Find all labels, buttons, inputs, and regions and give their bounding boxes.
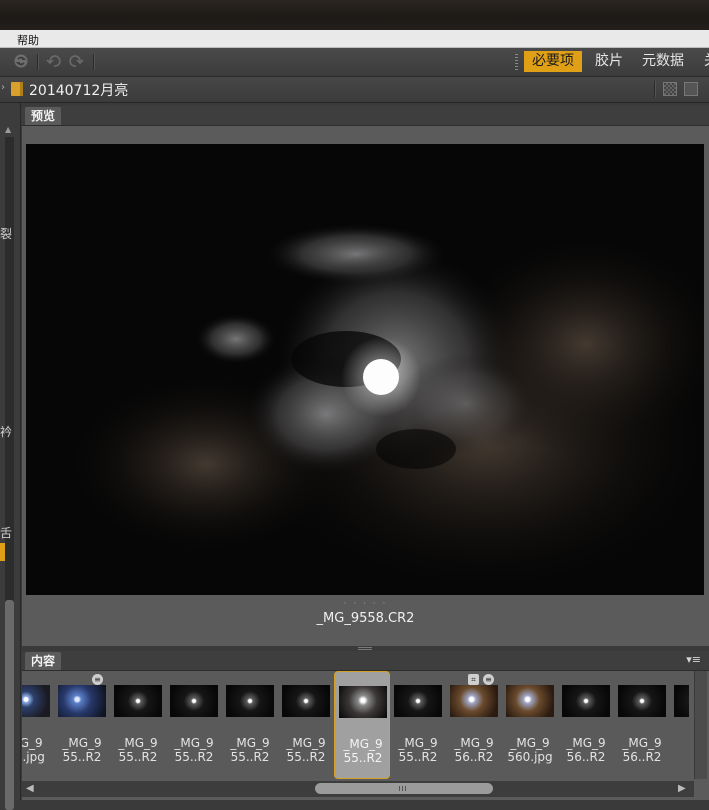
toolbar-separator xyxy=(37,54,39,70)
preview-panel-header: 预览 xyxy=(22,106,709,126)
thumbnail-image xyxy=(562,685,610,717)
thumbnail-caption-line2: 55..R2 xyxy=(174,750,214,764)
thumbnail-image xyxy=(58,685,106,717)
thumbnail-caption-line1: _MG_9 xyxy=(454,736,494,750)
stack-badge-icon[interactable]: ≡ xyxy=(483,674,494,685)
thumbnail-image xyxy=(339,686,387,718)
thumbnail-caption-line2: 56..R2 xyxy=(454,750,494,764)
thumbnail-caption-line1: _ xyxy=(670,736,689,750)
content-horizontal-scrollbar[interactable]: ◀ ▶ xyxy=(22,781,694,797)
thumbnail-item[interactable]: _MG_9 55..R2 xyxy=(110,671,166,779)
thumbnail-caption-line2: 55..R2 xyxy=(343,751,383,765)
toolbar-separator xyxy=(93,54,95,70)
thumbnail-image xyxy=(170,685,218,717)
preview-image[interactable] xyxy=(26,144,704,595)
thumbnail-image xyxy=(22,685,50,717)
rotate-left-icon[interactable] xyxy=(45,53,63,71)
tab-content[interactable]: 内容 xyxy=(25,652,62,670)
thumbnail-item[interactable]: _MG_9 55..R2 xyxy=(166,671,222,779)
thumbnail-caption-line1: _MG_9 xyxy=(398,736,438,750)
thumbnail-image xyxy=(394,685,442,717)
left-panel-label: 衿 xyxy=(0,425,13,439)
thumbnail-item[interactable]: ≡ _MG_9 55..R2 xyxy=(54,671,110,779)
menu-bar: 帮助 xyxy=(0,30,709,48)
preview-resize-dots: · · · · · xyxy=(343,599,388,609)
workspace-tab-filmstrip[interactable]: 胶片 xyxy=(591,51,627,72)
thumbnail-item[interactable]: ⌗ ≡ _MG_9 56..R2 xyxy=(446,671,502,779)
horizontal-scrollbar-thumb[interactable] xyxy=(315,783,493,794)
thumbnail-caption-line1: _MG_9 xyxy=(118,736,158,750)
folder-icon xyxy=(11,82,23,96)
stack-badge-icon[interactable]: ≡ xyxy=(92,674,103,685)
tab-preview[interactable]: 预览 xyxy=(25,107,62,125)
thumbnail-caption-line1: _MG_9 xyxy=(622,736,662,750)
divider-grip-icon[interactable] xyxy=(358,647,372,650)
thumbnail-caption-line1: MG_9 xyxy=(22,736,43,750)
thumbnail-item[interactable]: _ xyxy=(670,671,689,779)
thumbnail-image xyxy=(618,685,666,717)
boomerang-icon[interactable] xyxy=(12,53,30,71)
workspace-tab-metadata[interactable]: 元数据 xyxy=(638,51,688,72)
panel-menu-icon[interactable]: ▾≡ xyxy=(686,653,701,666)
thumbnail-quality-icon[interactable] xyxy=(663,82,677,96)
thumbnail-caption-line2: 56..R2 xyxy=(622,750,662,764)
pathbar-separator xyxy=(654,81,656,97)
thumbnail-caption-line1: _MG_9 xyxy=(230,736,270,750)
path-bar: › 20140712月亮 xyxy=(0,77,709,103)
thumbnail-caption-line1: _MG_9 xyxy=(174,736,214,750)
thumbnail-caption-line2: 55..R2 xyxy=(62,750,102,764)
thumbnail-image xyxy=(114,685,162,717)
thumbnail-item[interactable]: _MG_9 55..R2 xyxy=(390,671,446,779)
menu-item-help[interactable]: 帮助 xyxy=(17,32,39,48)
thumbnail-image xyxy=(450,685,498,717)
thumbnail-item[interactable]: _MG_9 55..R2 xyxy=(278,671,334,779)
thumbnail-caption-line2: 560.jpg xyxy=(507,750,553,764)
content-vertical-scrollbar[interactable] xyxy=(694,671,707,779)
thumbnail-caption-line2: 56..R2 xyxy=(566,750,606,764)
toolbar: 必要项 胶片 元数据 关 xyxy=(0,48,709,77)
scroll-up-icon[interactable]: ▲ xyxy=(5,125,11,134)
thumbnail-item[interactable]: _MG_9 56..R2 xyxy=(558,671,614,779)
rotate-right-icon[interactable] xyxy=(67,53,85,71)
crop-badge-icon[interactable]: ⌗ xyxy=(468,674,479,685)
left-panel-label: 裂 xyxy=(0,227,13,241)
thumbnail-caption-line1: _MG_9 xyxy=(510,736,550,750)
left-panel-label: 舌 xyxy=(0,526,13,540)
content-panel: 内容 ▾≡ MG_952.jpg≡_MG_955..R2_MG_955..R2_… xyxy=(22,651,709,800)
left-panel-selection xyxy=(0,543,5,561)
thumbnail-image xyxy=(506,685,554,717)
thumbnail-image xyxy=(226,685,274,717)
thumbnail-caption-line2: 55..R2 xyxy=(398,750,438,764)
workspace-grip[interactable] xyxy=(515,54,518,70)
content-panel-header: 内容 ▾≡ xyxy=(22,651,709,671)
thumbnail-caption-line1: _MG_9 xyxy=(62,736,102,750)
left-panel: ▲ 裂 衿 舌 xyxy=(0,103,21,810)
window-title-bar xyxy=(0,0,709,30)
thumbnail-caption-line2: 55..R2 xyxy=(286,750,326,764)
thumbnail-strip: MG_952.jpg≡_MG_955..R2_MG_955..R2_MG_955… xyxy=(22,671,689,779)
preview-filename: _MG_9558.CR2 xyxy=(316,611,415,626)
thumbnail-item[interactable]: _MG_9 56..R2 xyxy=(614,671,670,779)
thumbnail-caption-line1: _MG_9 xyxy=(566,736,606,750)
scroll-left-icon[interactable]: ◀ xyxy=(26,783,34,794)
workspace-tab-essentials[interactable]: 必要项 xyxy=(524,51,582,72)
thumbnail-image xyxy=(674,685,689,717)
thumbnail-caption-line1: _MG_9 xyxy=(286,736,326,750)
thumbnail-item[interactable]: _MG_9 560.jpg xyxy=(502,671,558,779)
preview-panel: 预览 · · · · · _MG_9558.CR2 xyxy=(22,106,709,646)
thumbnail-caption-line2: 52.jpg xyxy=(22,750,45,764)
scroll-right-icon[interactable]: ▶ xyxy=(678,783,686,794)
thumbnail-caption-line1: _MG_9 xyxy=(343,737,383,751)
breadcrumb-folder[interactable]: 20140712月亮 xyxy=(29,80,128,100)
left-scrollbar-thumb[interactable] xyxy=(5,600,14,810)
thumbnail-caption-line2: 55..R2 xyxy=(230,750,270,764)
thumbnail-caption-line2: 55..R2 xyxy=(118,750,158,764)
thumbnail-item[interactable]: _MG_9 55..R2 xyxy=(222,671,278,779)
path-chevron-icon[interactable]: › xyxy=(1,82,5,93)
thumbnail-item[interactable]: _MG_9 55..R2 xyxy=(334,671,390,779)
workspace-tab-overflow[interactable]: 关 xyxy=(700,51,709,72)
thumbnail-image xyxy=(282,685,330,717)
view-options-icon[interactable] xyxy=(684,82,698,96)
thumbnail-item[interactable]: MG_952.jpg xyxy=(22,671,54,779)
